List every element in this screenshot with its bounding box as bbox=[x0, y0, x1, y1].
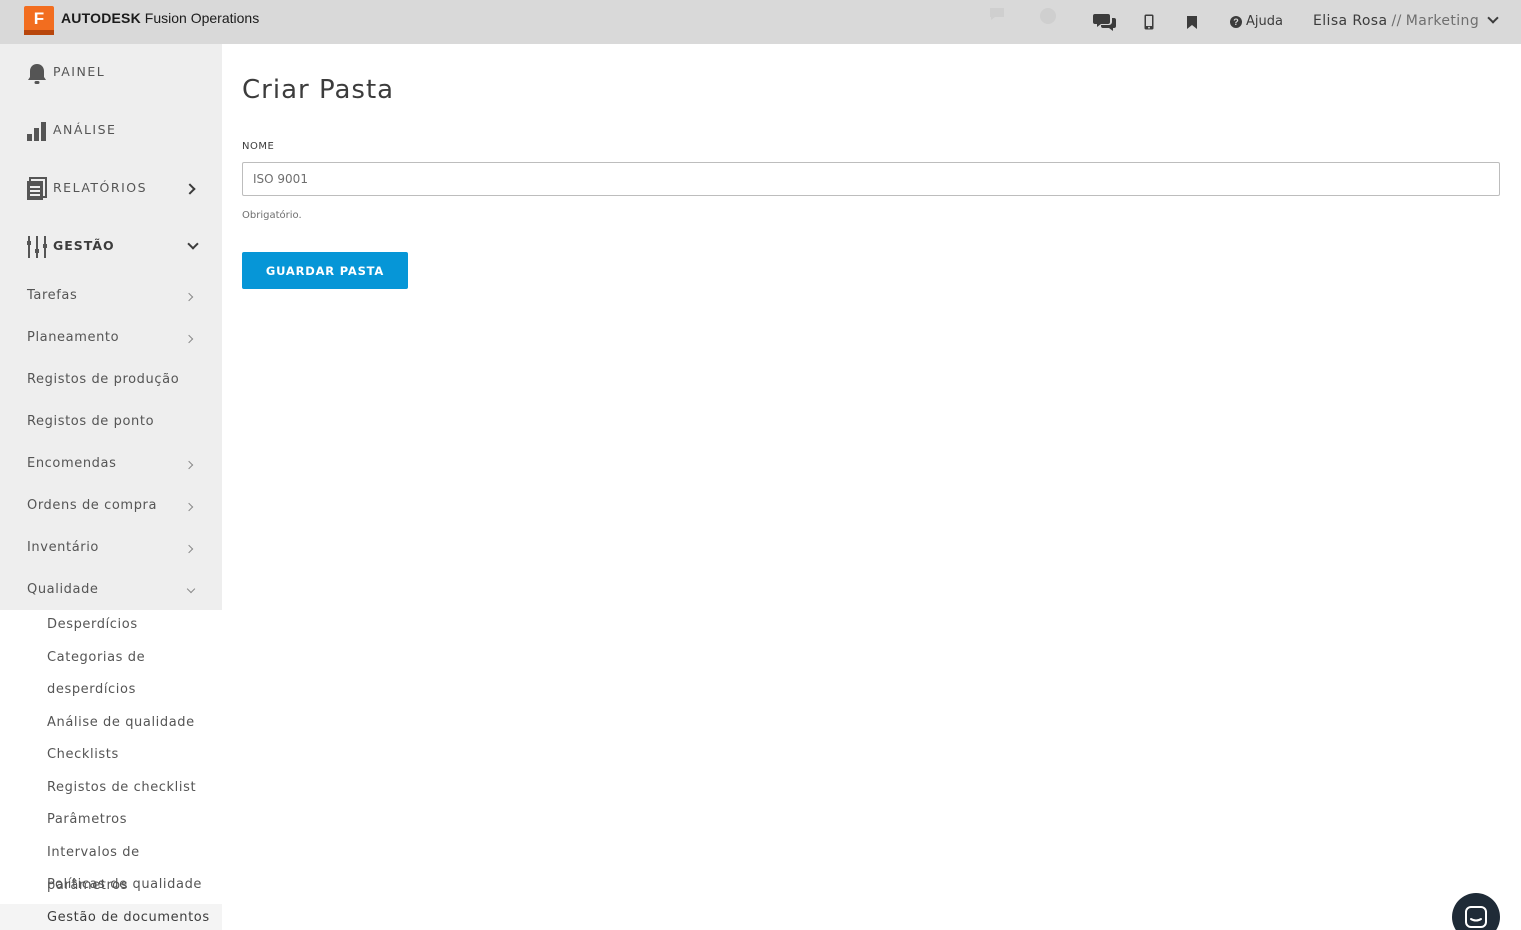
brand-strong: AUTODESK bbox=[61, 10, 141, 26]
chevron-right-icon bbox=[184, 183, 196, 195]
sidebar-item-painel[interactable]: PAINEL bbox=[0, 44, 222, 102]
chevron-down-icon bbox=[186, 584, 196, 594]
sidebar-item-planeamento[interactable]: Planeamento bbox=[0, 318, 222, 360]
chat-bubble-icon bbox=[1464, 905, 1488, 930]
sidebar-item-relatorios[interactable]: RELATÓRIOS bbox=[0, 160, 222, 218]
mobile-icon[interactable] bbox=[1142, 11, 1156, 33]
user-menu[interactable]: Elisa Rosa // Marketing bbox=[1313, 12, 1499, 29]
help-icon: ? bbox=[1230, 15, 1242, 28]
sidebar-item-label: PAINEL bbox=[53, 64, 106, 79]
sidebar: PAINEL ANÁLISE RELATÓRIOS GESTÃO Tarefas… bbox=[0, 44, 222, 930]
brand-product: Fusion Operations bbox=[144, 10, 260, 26]
ghost-circle-icon bbox=[1038, 6, 1058, 31]
report-icon bbox=[27, 177, 47, 201]
sidebar-item-label: Planeamento bbox=[27, 330, 120, 345]
chevron-down-icon bbox=[187, 238, 199, 250]
sidebar-item-encomendas[interactable]: Encomendas bbox=[0, 444, 222, 486]
user-org: Marketing bbox=[1405, 13, 1480, 29]
support-chat-button[interactable] bbox=[1452, 893, 1500, 930]
required-hint: Obrigatório. bbox=[242, 210, 302, 221]
chevron-right-icon bbox=[184, 460, 194, 470]
chevron-right-icon bbox=[184, 502, 194, 512]
sidebar-item-label: Tarefas bbox=[27, 288, 78, 303]
sidebar-item-checklists[interactable]: Checklists bbox=[47, 739, 119, 772]
sidebar-item-label: Qualidade bbox=[27, 582, 99, 597]
brand-name: AUTODESK Fusion Operations bbox=[61, 10, 259, 26]
save-folder-button[interactable]: GUARDAR PASTA bbox=[242, 252, 408, 289]
sidebar-item-registos-ponto[interactable]: Registos de ponto bbox=[0, 402, 222, 444]
sidebar-item-inventario[interactable]: Inventário bbox=[0, 528, 222, 570]
sidebar-item-desperdicios[interactable]: Desperdícios bbox=[47, 609, 138, 642]
sidebar-item-tarefas[interactable]: Tarefas bbox=[0, 276, 222, 318]
help-link[interactable]: ? Ajuda bbox=[1230, 14, 1283, 29]
bell-icon bbox=[27, 61, 47, 85]
sidebar-item-label: Ordens de compra bbox=[27, 498, 158, 513]
chevron-down-icon bbox=[1487, 12, 1499, 24]
sidebar-item-label: Encomendas bbox=[27, 456, 117, 471]
page-title: Criar Pasta bbox=[242, 75, 395, 105]
sidebar-item-label: Registos de produção bbox=[27, 372, 180, 387]
name-label: NOME bbox=[242, 141, 275, 152]
chevron-right-icon bbox=[184, 334, 194, 344]
sidebar-item-gestao[interactable]: GESTÃO bbox=[0, 218, 222, 276]
top-bar: F AUTODESK Fusion Operations ? Ajuda Eli… bbox=[0, 0, 1521, 44]
sidebar-item-label: RELATÓRIOS bbox=[53, 180, 148, 195]
user-separator: // bbox=[1391, 13, 1402, 29]
ghost-chat-icon bbox=[988, 6, 1012, 31]
bookmark-icon[interactable] bbox=[1186, 11, 1198, 33]
sidebar-item-parametros[interactable]: Parâmetros bbox=[47, 804, 127, 837]
sidebar-item-label: ANÁLISE bbox=[53, 122, 117, 137]
sidebar-item-gestao-documentos[interactable]: Gestão de documentos bbox=[47, 902, 210, 930]
fusion-logo-icon[interactable]: F bbox=[24, 6, 54, 35]
sidebar-item-categorias-desperdicios[interactable]: Categorias de bbox=[47, 642, 145, 675]
sidebar-item-analise-qualidade[interactable]: Análise de qualidade bbox=[47, 707, 195, 740]
sidebar-item-qualidade[interactable]: Qualidade bbox=[0, 570, 222, 612]
help-label: Ajuda bbox=[1246, 14, 1283, 29]
sidebar-item-registos-producao[interactable]: Registos de produção bbox=[0, 360, 222, 402]
chevron-right-icon bbox=[184, 292, 194, 302]
sidebar-item-label: Registos de ponto bbox=[27, 414, 155, 429]
sidebar-item-label: GESTÃO bbox=[53, 238, 115, 253]
chat-icon[interactable] bbox=[1092, 11, 1118, 33]
user-name: Elisa Rosa bbox=[1313, 13, 1388, 29]
sidebar-item-registos-checklist[interactable]: Registos de checklist bbox=[47, 772, 196, 805]
chevron-right-icon bbox=[184, 544, 194, 554]
folder-name-input[interactable] bbox=[242, 162, 1500, 196]
sidebar-item-label: Inventário bbox=[27, 540, 99, 555]
sidebar-item-politicas-qualidade[interactable]: Políticas de qualidade bbox=[47, 869, 202, 902]
sidebar-item-analise[interactable]: ANÁLISE bbox=[0, 102, 222, 160]
sidebar-item-categorias-desperdicios-line2[interactable]: desperdícios bbox=[47, 674, 136, 707]
bar-chart-icon bbox=[27, 119, 47, 143]
sliders-icon bbox=[27, 235, 47, 259]
sidebar-item-ordens-compra[interactable]: Ordens de compra bbox=[0, 486, 222, 528]
